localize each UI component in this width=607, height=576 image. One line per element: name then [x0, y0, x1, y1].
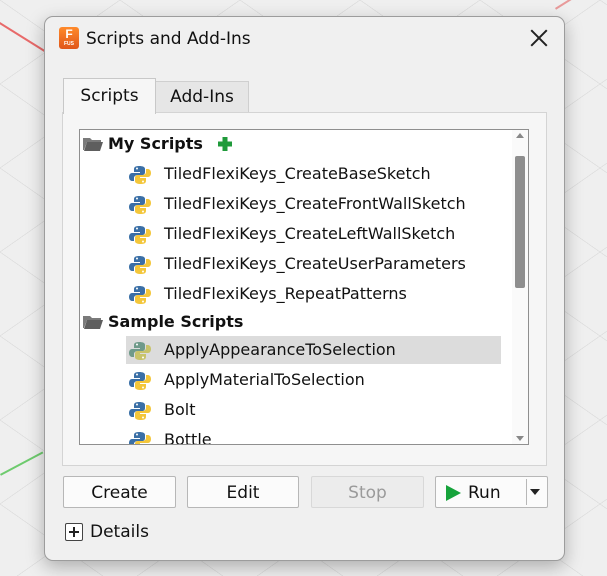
script-name: ApplyMaterialToSelection [164, 370, 365, 389]
tree-item-script[interactable]: Bottle [80, 426, 510, 445]
tree-item-script[interactable]: TiledFlexiKeys_CreateLeftWallSketch [80, 220, 510, 248]
tab-addins[interactable]: Add-Ins [155, 81, 249, 113]
tree-item-script[interactable]: ApplyMaterialToSelection [80, 366, 510, 394]
viewport-y-axis [0, 451, 44, 476]
app-icon-letter: F [65, 27, 73, 41]
folder-label: Sample Scripts [108, 312, 244, 331]
tree-item-script[interactable]: TiledFlexiKeys_CreateFrontWallSketch [80, 190, 510, 218]
edit-button[interactable]: Edit [187, 476, 299, 508]
stop-button[interactable]: Stop [311, 476, 424, 508]
dialog-title: Scripts and Add-Ins [86, 29, 251, 49]
tree-item-script[interactable]: TiledFlexiKeys_CreateBaseSketch [80, 160, 510, 188]
fusion-app-icon: F FUS [59, 27, 79, 49]
tree-folder-sample-scripts[interactable]: Sample Scripts [80, 308, 510, 336]
script-name: TiledFlexiKeys_CreateBaseSketch [164, 164, 431, 183]
close-icon[interactable] [528, 27, 550, 49]
tree-scrollbar[interactable] [512, 130, 528, 444]
python-icon [129, 402, 151, 420]
tree-item-script[interactable]: TiledFlexiKeys_CreateUserParameters [80, 250, 510, 278]
script-name: Bottle [164, 430, 212, 445]
viewport-x-axis-far [555, 0, 607, 10]
script-name: TiledFlexiKeys_CreateLeftWallSketch [164, 224, 456, 243]
tree-item-script-selected[interactable]: ApplyAppearanceToSelection [126, 336, 501, 364]
app-icon-sub: FUS [64, 41, 74, 47]
folder-label: My Scripts [108, 134, 203, 153]
title-bar[interactable]: F FUS Scripts and Add-Ins [45, 17, 564, 61]
scripts-tab-panel: My Scripts TiledFlexiKeys_CreateBaseSket… [62, 112, 547, 466]
green-plus-icon[interactable] [217, 136, 233, 152]
python-icon [129, 372, 151, 390]
tree-item-script[interactable]: TiledFlexiKeys_RepeatPatterns [80, 280, 510, 308]
tree-item-script[interactable]: Bolt [80, 396, 510, 424]
tab-scripts[interactable]: Scripts [63, 78, 156, 114]
script-name: Bolt [164, 400, 196, 419]
script-name: TiledFlexiKeys_RepeatPatterns [164, 284, 407, 303]
python-icon [129, 432, 151, 444]
scripts-tree[interactable]: My Scripts TiledFlexiKeys_CreateBaseSket… [79, 129, 529, 445]
python-icon [129, 196, 151, 214]
scrollbar-thumb[interactable] [515, 156, 525, 288]
details-label: Details [90, 522, 149, 542]
python-icon [129, 286, 151, 304]
script-name: ApplyAppearanceToSelection [164, 340, 396, 359]
python-icon [129, 342, 151, 360]
create-button[interactable]: Create [63, 476, 176, 508]
run-label: Run [468, 483, 501, 503]
folder-open-icon [83, 316, 103, 329]
python-icon [129, 256, 151, 274]
run-button[interactable]: Run [435, 476, 548, 508]
folder-open-icon [83, 138, 103, 151]
tree-folder-my-scripts[interactable]: My Scripts [80, 130, 510, 158]
python-icon [129, 166, 151, 184]
python-icon [129, 226, 151, 244]
play-icon [446, 485, 461, 501]
script-name: TiledFlexiKeys_CreateUserParameters [164, 254, 466, 273]
scripts-addins-dialog: F FUS Scripts and Add-Ins Scripts Add-In… [44, 16, 565, 561]
scroll-down-arrow-icon[interactable] [516, 436, 524, 441]
run-split-divider [526, 479, 527, 505]
scroll-up-arrow-icon[interactable] [516, 133, 524, 138]
script-name: TiledFlexiKeys_CreateFrontWallSketch [164, 194, 466, 213]
expand-plus-icon[interactable] [65, 523, 83, 541]
chevron-down-icon[interactable] [530, 489, 540, 495]
